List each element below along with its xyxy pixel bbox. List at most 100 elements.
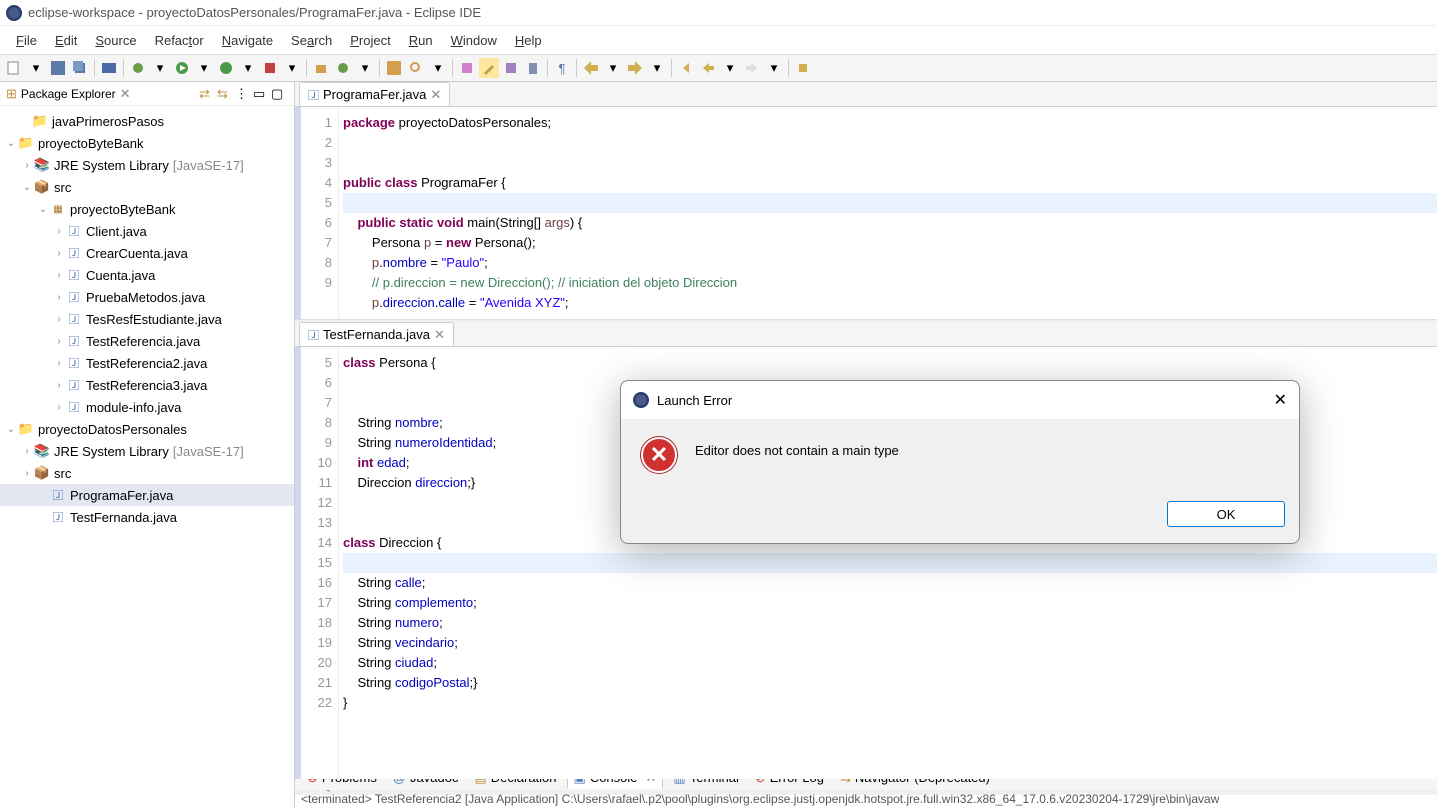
dropdown-icon[interactable]: ▾ xyxy=(26,58,46,78)
run-button[interactable] xyxy=(172,58,192,78)
toggle-button[interactable] xyxy=(501,58,521,78)
last-edit-button[interactable] xyxy=(676,58,696,78)
tab-label: TestFernanda.java xyxy=(323,327,430,342)
new-class-button[interactable] xyxy=(333,58,353,78)
dropdown-icon[interactable]: ▾ xyxy=(428,58,448,78)
tree-java-file[interactable]: ›🄹TestReferencia3.java xyxy=(0,374,294,396)
tree-java-file[interactable]: ›🄹module-info.java xyxy=(0,396,294,418)
tree-src-folder[interactable]: ⌄📦src xyxy=(0,176,294,198)
ok-button[interactable]: OK xyxy=(1167,501,1285,527)
edit-button[interactable] xyxy=(479,58,499,78)
tree-java-file[interactable]: ›🄹TestReferencia.java xyxy=(0,330,294,352)
annotation-prev-button[interactable] xyxy=(581,58,601,78)
search-button[interactable] xyxy=(406,58,426,78)
tree-src-folder[interactable]: ›📦src xyxy=(0,462,294,484)
tree-project[interactable]: 📁javaPrimerosPasos xyxy=(0,110,294,132)
package-explorer-title: Package Explorer xyxy=(21,87,116,101)
dropdown-icon[interactable]: ▾ xyxy=(764,58,784,78)
tree-java-file[interactable]: ›🄹TesResfEstudiante.java xyxy=(0,308,294,330)
project-tree[interactable]: 📁javaPrimerosPasos ⌄📁proyectoByteBank ›📚… xyxy=(0,106,294,808)
new-pkg-button[interactable] xyxy=(311,58,331,78)
tree-java-file[interactable]: ›🄹CrearCuenta.java xyxy=(0,242,294,264)
close-icon[interactable]: ✕ xyxy=(1274,390,1287,410)
dropdown-icon[interactable]: ▾ xyxy=(355,58,375,78)
menu-run[interactable]: Run xyxy=(401,29,441,52)
menu-refactor[interactable]: Refactor xyxy=(147,29,212,52)
dropdown-icon[interactable]: ▾ xyxy=(150,58,170,78)
menu-source[interactable]: Source xyxy=(87,29,144,52)
close-icon[interactable]: ✕ xyxy=(430,87,441,103)
dialog-message: Editor does not contain a main type xyxy=(695,437,899,458)
editor2-tab-bar: 🄹 TestFernanda.java ✕ xyxy=(295,322,1437,347)
save-button[interactable] xyxy=(48,58,68,78)
dropdown-icon[interactable]: ▾ xyxy=(238,58,258,78)
dialog-title-bar[interactable]: Launch Error ✕ xyxy=(621,381,1299,419)
collapse-all-icon[interactable]: ⇄ xyxy=(199,86,215,102)
pin-button[interactable] xyxy=(793,58,813,78)
eclipse-icon xyxy=(633,392,649,408)
open-type-button[interactable] xyxy=(384,58,404,78)
back-button[interactable] xyxy=(698,58,718,78)
new-button[interactable] xyxy=(4,58,24,78)
tab-label: ProgramaFer.java xyxy=(323,87,426,102)
menu-edit[interactable]: Edit xyxy=(47,29,85,52)
dropdown-icon[interactable]: ▾ xyxy=(194,58,214,78)
terminal-button[interactable] xyxy=(99,58,119,78)
package-explorer-panel: ⊞ Package Explorer ✕ ⇄ ⇆ ⋮ ▭ ▢ 📁javaPrim… xyxy=(0,82,295,808)
tree-java-file-selected[interactable]: 🄹ProgramaFer.java xyxy=(0,484,294,506)
dropdown-icon[interactable]: ▾ xyxy=(282,58,302,78)
tree-library[interactable]: ›📚JRE System Library[JavaSE-17] xyxy=(0,154,294,176)
tree-project[interactable]: ⌄📁proyectoDatosPersonales xyxy=(0,418,294,440)
tree-java-file[interactable]: ›🄹PruebaMetodos.java xyxy=(0,286,294,308)
error-icon: ✕ xyxy=(641,437,677,473)
dialog-title: Launch Error xyxy=(657,393,732,408)
tree-library[interactable]: ›📚JRE System Library[JavaSE-17] xyxy=(0,440,294,462)
close-icon[interactable]: ✕ xyxy=(120,86,131,102)
dropdown-icon[interactable]: ▾ xyxy=(720,58,740,78)
menu-file[interactable]: File xyxy=(8,29,45,52)
ext-tools-button[interactable] xyxy=(260,58,280,78)
main-toolbar: ▾ ▾ ▾ ▾ ▾ ▾ ▾ ¶ ▾ ▾ ▾ ▾ xyxy=(0,54,1437,82)
minimize-icon[interactable]: ▭ xyxy=(253,86,269,102)
tree-java-file[interactable]: 🄹TestFernanda.java xyxy=(0,506,294,528)
menu-help[interactable]: Help xyxy=(507,29,550,52)
bookmark-button[interactable] xyxy=(523,58,543,78)
editor1-tab-bar: 🄹 ProgramaFer.java ✕ xyxy=(295,82,1437,107)
title-bar: eclipse-workspace - proyectoDatosPersona… xyxy=(0,0,1437,26)
window-title: eclipse-workspace - proyectoDatosPersona… xyxy=(28,5,481,20)
editor-tab[interactable]: 🄹 ProgramaFer.java ✕ xyxy=(299,82,450,106)
line-gutter: 5678910111213141516171819202122 xyxy=(301,347,339,779)
forward-button[interactable] xyxy=(742,58,762,78)
menu-search[interactable]: Search xyxy=(283,29,340,52)
menu-window[interactable]: Window xyxy=(443,29,505,52)
java-file-icon: 🄹 xyxy=(308,87,319,103)
java-file-icon: 🄹 xyxy=(308,327,319,343)
package-explorer-header: ⊞ Package Explorer ✕ ⇄ ⇆ ⋮ ▭ ▢ xyxy=(0,82,294,106)
dropdown-icon[interactable]: ▾ xyxy=(603,58,623,78)
coverage-button[interactable] xyxy=(216,58,236,78)
view-menu-icon[interactable]: ⋮ xyxy=(235,86,251,102)
line-gutter: 123456789 xyxy=(301,107,339,319)
code-content[interactable]: package proyectoDatosPersonales; public … xyxy=(339,107,1437,319)
launch-error-dialog: Launch Error ✕ ✕ Editor does not contain… xyxy=(620,380,1300,544)
annotation-next-button[interactable] xyxy=(625,58,645,78)
link-editor-icon[interactable]: ⇆ xyxy=(217,86,233,102)
tree-package[interactable]: ⌄▦proyectoByteBank xyxy=(0,198,294,220)
maximize-icon[interactable]: ▢ xyxy=(271,86,287,102)
dropdown-icon[interactable]: ▾ xyxy=(647,58,667,78)
tree-java-file[interactable]: ›🄹Client.java xyxy=(0,220,294,242)
open-task-button[interactable] xyxy=(457,58,477,78)
menu-project[interactable]: Project xyxy=(342,29,398,52)
close-icon[interactable]: ✕ xyxy=(434,327,445,343)
debug-button[interactable] xyxy=(128,58,148,78)
editor1-code[interactable]: 123456789 package proyectoDatosPersonale… xyxy=(295,107,1437,319)
editor-tab[interactable]: 🄹 TestFernanda.java ✕ xyxy=(299,322,454,346)
menu-bar: File Edit Source Refactor Navigate Searc… xyxy=(0,26,1437,54)
save-all-button[interactable] xyxy=(70,58,90,78)
tree-java-file[interactable]: ›🄹TestReferencia2.java xyxy=(0,352,294,374)
tree-project[interactable]: ⌄📁proyectoByteBank xyxy=(0,132,294,154)
tree-java-file[interactable]: ›🄹Cuenta.java xyxy=(0,264,294,286)
pilcrow-icon[interactable]: ¶ xyxy=(552,58,572,78)
menu-navigate[interactable]: Navigate xyxy=(214,29,281,52)
eclipse-icon xyxy=(6,5,22,21)
